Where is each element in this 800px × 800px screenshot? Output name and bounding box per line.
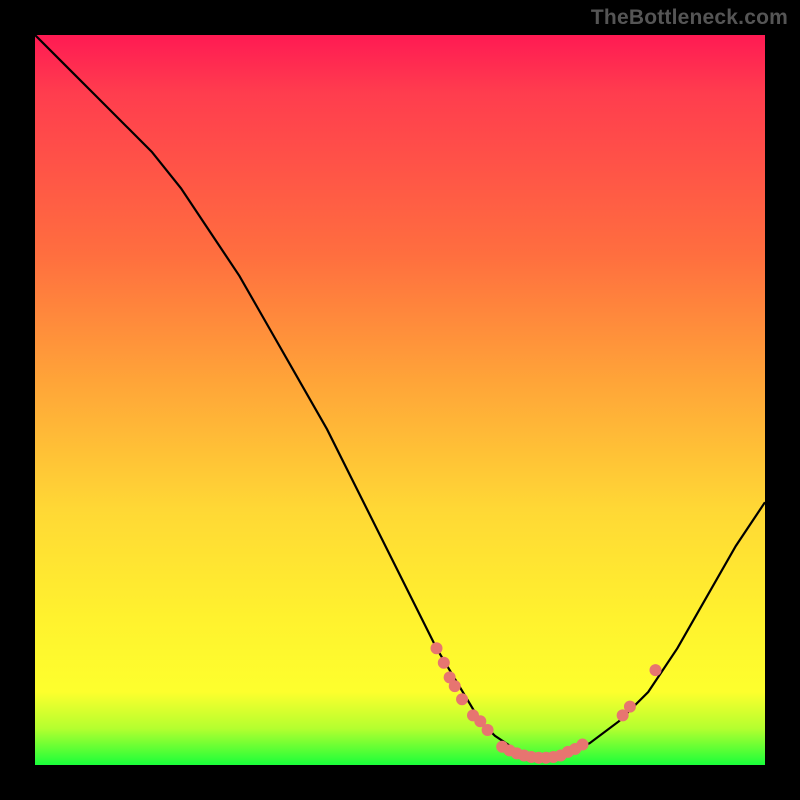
data-marker: [438, 657, 450, 669]
chart-container: TheBottleneck.com: [0, 0, 800, 800]
data-marker: [449, 680, 461, 692]
data-marker: [456, 693, 468, 705]
data-marker: [482, 724, 494, 736]
data-marker: [431, 642, 443, 654]
chart-markers: [431, 642, 662, 764]
bottleneck-curve: [35, 35, 765, 758]
data-marker: [577, 739, 589, 751]
data-marker: [650, 664, 662, 676]
chart-overlay: [35, 35, 765, 765]
data-marker: [624, 701, 636, 713]
watermark-text: TheBottleneck.com: [591, 6, 788, 30]
